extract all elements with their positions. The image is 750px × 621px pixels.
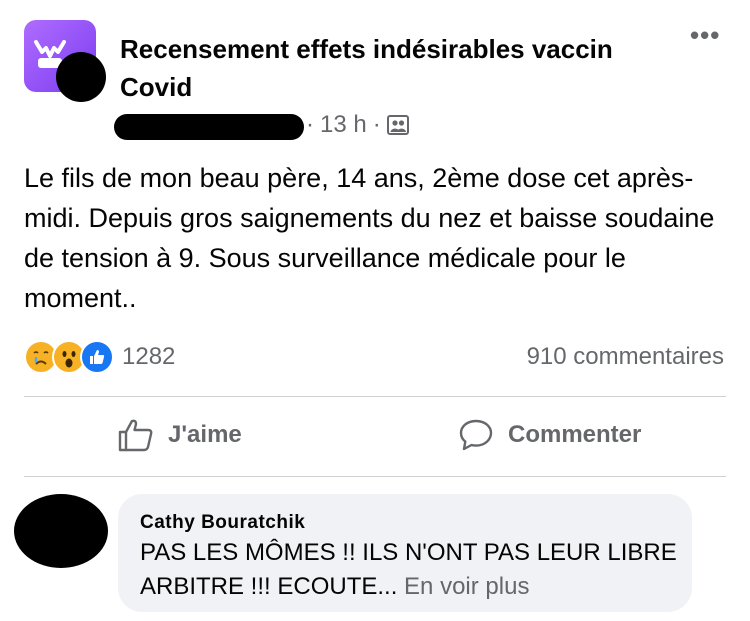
redacted-author-name	[114, 114, 304, 140]
reaction-count[interactable]: 1282	[122, 343, 175, 371]
like-reaction-icon	[80, 340, 114, 374]
like-button[interactable]: J'aime	[118, 418, 242, 452]
redacted-commenter-avatar	[14, 494, 108, 568]
commenter-name[interactable]: Cathy Bouratchik	[140, 512, 305, 534]
post-meta: · 13 h ·	[300, 108, 409, 142]
reactions-summary[interactable]: 1282	[24, 340, 175, 374]
divider	[24, 476, 726, 477]
divider	[24, 396, 726, 397]
post-timestamp[interactable]: 13 h	[320, 111, 367, 139]
meta-separator: ·	[372, 111, 381, 138]
comment-bubble-icon	[459, 419, 493, 451]
thumbs-up-icon	[118, 419, 153, 452]
comment-button[interactable]: Commenter	[458, 418, 641, 452]
comments-count[interactable]: 910 commentaires	[527, 343, 724, 371]
post-body: Le fils de mon beau père, 14 ans, 2ème d…	[24, 163, 715, 313]
meta-separator: ·	[306, 111, 314, 138]
see-more-link[interactable]: En voir plus	[404, 573, 529, 600]
comment-text: PAS LES MÔMES !! ILS N'ONT PAS LEUR LIBR…	[140, 536, 680, 604]
comment-label: Commenter	[508, 421, 642, 448]
more-options-button[interactable]: •••	[690, 22, 720, 48]
group-name[interactable]: Recensement effets indésirables vaccin C…	[120, 30, 640, 106]
redacted-profile-photo	[56, 52, 106, 102]
group-members-icon	[386, 115, 409, 135]
like-label: J'aime	[168, 421, 242, 448]
